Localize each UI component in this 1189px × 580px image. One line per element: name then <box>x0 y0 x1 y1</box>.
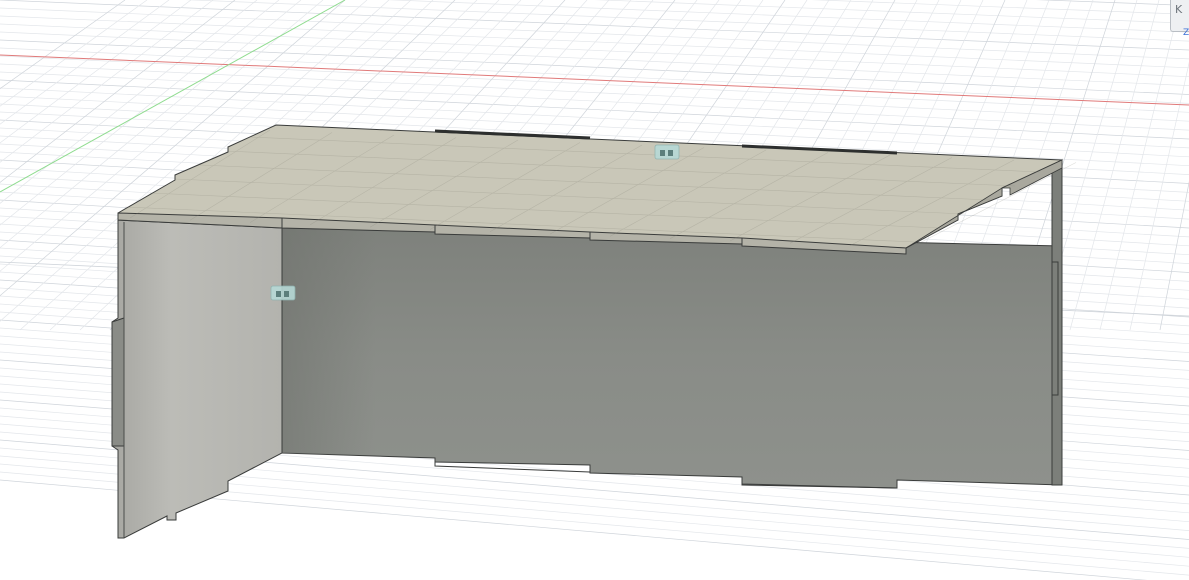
joint-glyph-icon[interactable] <box>654 144 680 160</box>
3d-model-viewport[interactable] <box>0 0 1189 580</box>
right-end-panel[interactable] <box>1051 158 1063 486</box>
x-axis-line <box>0 54 1189 106</box>
view-cube[interactable]: K Z <box>1168 0 1189 40</box>
left-side-panel[interactable] <box>111 219 283 539</box>
z-axis-label: Z <box>1183 28 1189 38</box>
back-panel[interactable] <box>281 227 1063 489</box>
view-cube-face[interactable]: K Z <box>1170 0 1189 38</box>
design-canvas[interactable]: K Z <box>0 0 1189 580</box>
view-cube-label: K <box>1175 3 1183 16</box>
joint-glyph-icon[interactable] <box>270 285 296 301</box>
